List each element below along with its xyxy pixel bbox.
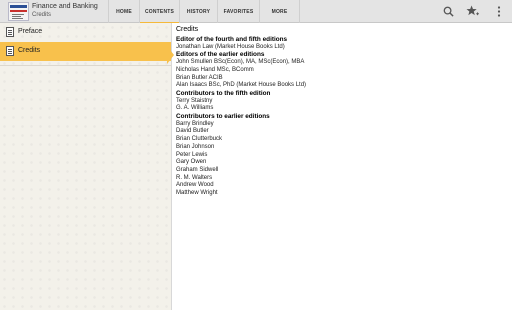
credit-name: Alan Isaacs BSc, PhD (Market House Books…: [176, 82, 307, 89]
section-heading: Editors of the earlier editions: [176, 51, 265, 59]
selection-pointer: [167, 46, 174, 64]
search-icon[interactable]: [441, 4, 455, 18]
section-heading: Editor of the fourth and fifth editions: [176, 36, 288, 43]
content-panel: Credits Editor of the fourth and fifth e…: [171, 23, 512, 310]
overflow-menu-icon[interactable]: [492, 4, 506, 18]
sidebar-divider: [0, 65, 172, 66]
tab-bar: HOME CONTENTS HISTORY FAVORITES MORE: [108, 0, 300, 24]
credit-name: David Butler: [176, 128, 209, 135]
credit-name: John Smullen BSc(Econ), MA, MSc(Econ), M…: [176, 59, 305, 66]
app-title: Finance and Banking: [32, 3, 98, 10]
credit-name: Nicholas Hand MSc, BComm: [176, 66, 254, 73]
credit-name: Brian Clutterbuck: [176, 136, 223, 143]
credit-name: Jonathan Law (Market House Books Ltd): [176, 43, 285, 50]
sidebar-item-label: Credits: [18, 47, 41, 54]
credit-name: G. A. Williams: [176, 105, 214, 112]
app-subtitle: Credits: [32, 12, 52, 18]
star-add-icon[interactable]: [465, 4, 479, 18]
section-heading: Contributors to earlier editions: [176, 113, 270, 121]
sidebar-item-label: Preface: [18, 28, 43, 35]
credit-name: Gary Owen: [176, 159, 207, 166]
credit-name: Matthew Wright: [176, 190, 218, 197]
credit-name: Terry Staistny: [176, 97, 213, 104]
tab-history[interactable]: HISTORY: [180, 0, 218, 23]
tab-home[interactable]: HOME: [108, 0, 140, 23]
credit-name: Peter Lewis: [176, 151, 208, 158]
sidebar: Preface Credits: [0, 23, 172, 310]
section-heading: Contributors to the fifth edition: [176, 89, 271, 97]
credit-name: Brian Butler ACIB: [176, 74, 223, 81]
document-icon: [6, 46, 14, 56]
credit-name: Andrew Wood: [176, 182, 214, 189]
credit-name: Barry Brindley: [176, 120, 214, 127]
tab-favorites[interactable]: FAVORITES: [218, 0, 260, 23]
app-logo-icon[interactable]: [8, 2, 29, 21]
credit-name: R. M. Walters: [176, 174, 213, 181]
sidebar-item-credits[interactable]: Credits: [0, 42, 172, 61]
page-title: Credits: [176, 26, 199, 33]
action-bar: Finance and Banking Credits HOME CONTENT…: [0, 0, 512, 24]
credit-name: Graham Sidwell: [176, 166, 219, 173]
tab-more[interactable]: MORE: [260, 0, 300, 23]
tab-contents[interactable]: CONTENTS: [140, 0, 180, 24]
document-icon: [6, 27, 14, 37]
credits-list: Editor of the fourth and fifth editions J…: [176, 36, 306, 198]
credit-name: Brian Johnson: [176, 143, 215, 150]
sidebar-item-preface[interactable]: Preface: [0, 23, 172, 42]
